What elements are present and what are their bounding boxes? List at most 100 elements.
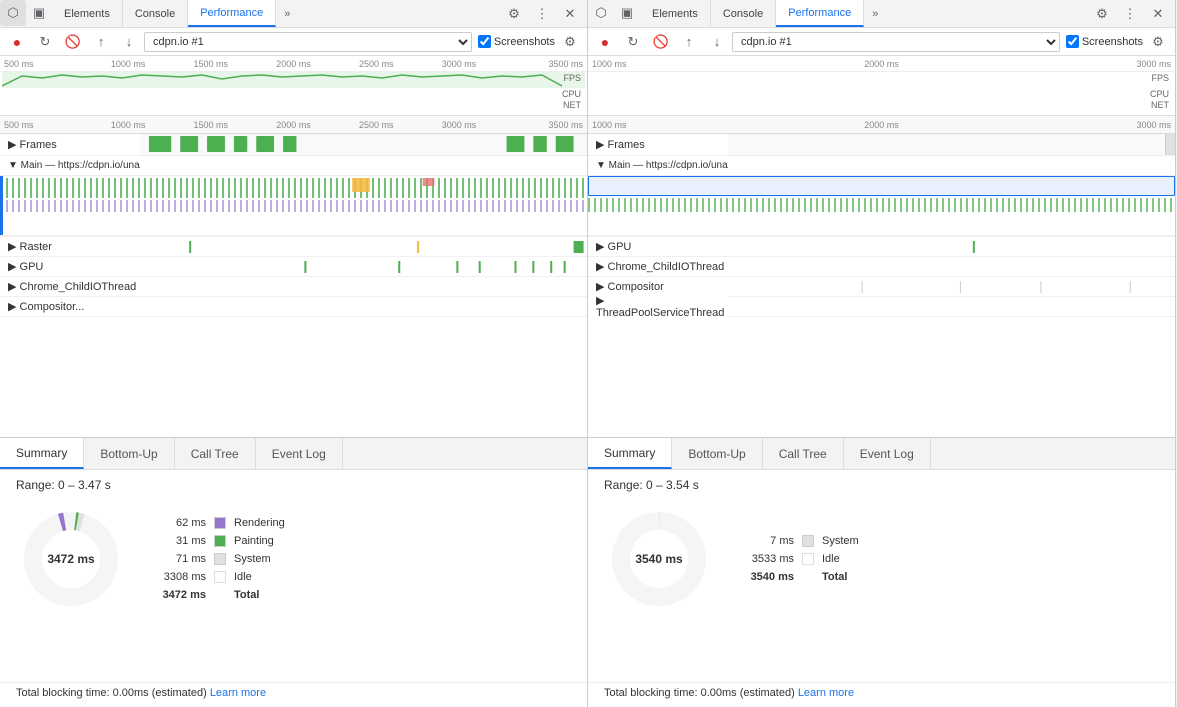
right-frames-row[interactable]: ▶ Frames	[588, 134, 1175, 156]
right-upload-btn[interactable]: ↑	[676, 29, 702, 55]
left-gpu-label: ▶ GPU	[0, 260, 140, 273]
left-gpu-row[interactable]: ▶ GPU	[0, 257, 587, 277]
left-rendering-color	[214, 517, 226, 529]
right-main-label: ▼ Main — https://cdpn.io/una/debug/c9edd…	[588, 160, 728, 171]
right-dock-icon[interactable]: ▣	[614, 0, 640, 26]
right-toolbar2: ● ↻ 🚫 ↑ ↓ cdpn.io #1 Screenshots ⚙	[588, 28, 1175, 56]
right-idle-color	[802, 553, 814, 565]
left-rendering-name: Rendering	[234, 517, 285, 529]
right-tab-eventlog[interactable]: Event Log	[844, 438, 931, 469]
right-tab-summary[interactable]: Summary	[588, 438, 672, 469]
left-screenshots-checkbox[interactable]	[478, 35, 491, 48]
left-tab-bottomup[interactable]: Bottom-Up	[84, 438, 174, 469]
right-legend-idle-ms: 3533 ms	[746, 553, 794, 565]
left-screenshots-text: Screenshots	[494, 36, 555, 48]
right-cursor-icon[interactable]: ⬡	[588, 0, 614, 26]
right-clear-btn[interactable]: 🚫	[648, 29, 674, 55]
left-tab-console[interactable]: Console	[123, 0, 188, 27]
right-record-btn[interactable]: ●	[592, 29, 618, 55]
left-chrome-child-content	[140, 277, 587, 296]
left-legend-painting-ms: 31 ms	[158, 535, 206, 547]
left-tab-more[interactable]: »	[276, 0, 298, 27]
left-frames-row[interactable]: ▶ Frames	[0, 134, 587, 156]
left-reload-btn[interactable]: ↻	[32, 29, 58, 55]
left-upload-btn[interactable]: ↑	[88, 29, 114, 55]
right-screenshots-text: Screenshots	[1082, 36, 1143, 48]
left-more-icon[interactable]: ⋮	[529, 1, 555, 27]
right-legend-idle: 3533 ms Idle	[746, 553, 859, 565]
left-gpu-content	[140, 257, 587, 276]
left-legend-idle-ms: 3308 ms	[158, 571, 206, 583]
left-tl-section: 500 ms 1000 ms 1500 ms 2000 ms 2500 ms 3…	[0, 116, 587, 437]
left-settings-icon[interactable]: ⚙	[501, 1, 527, 27]
right-learn-more-link[interactable]: Learn more	[798, 687, 854, 699]
right-cpu-label: CPU	[1150, 89, 1169, 99]
left-legend-total-ms: 3472 ms	[158, 589, 206, 601]
left-settings-btn[interactable]: ⚙	[557, 29, 583, 55]
right-tl-section: 1000 ms 2000 ms 3000 ms ▶ Frames ▼ Main …	[588, 116, 1175, 437]
left-frames-label: ▶ Frames	[0, 138, 140, 151]
left-download-btn[interactable]: ↓	[116, 29, 142, 55]
right-idle-name: Idle	[822, 553, 840, 565]
left-raster-label: ▶ Raster	[0, 240, 140, 253]
left-chrome-child-row[interactable]: ▶ Chrome_ChildIOThread	[0, 277, 587, 297]
right-download-btn[interactable]: ↓	[704, 29, 730, 55]
left-system-name: System	[234, 553, 271, 565]
left-screenshots-label[interactable]: Screenshots	[478, 35, 555, 48]
left-legend-painting: 31 ms Painting	[158, 535, 285, 547]
right-tab-console[interactable]: Console	[711, 0, 776, 27]
right-threadpool-content	[728, 297, 1175, 316]
left-close-icon[interactable]: ✕	[557, 1, 583, 27]
right-legend-total-ms: 3540 ms	[746, 571, 794, 583]
right-screenshots-label[interactable]: Screenshots	[1066, 35, 1143, 48]
right-range-text: Range: 0 – 3.54 s	[604, 478, 1159, 492]
right-gpu-row[interactable]: ▶ GPU	[588, 237, 1175, 257]
right-tab-more[interactable]: »	[864, 0, 886, 27]
left-compositor-row[interactable]: ▶ Compositor...	[0, 297, 587, 317]
left-clear-btn[interactable]: 🚫	[60, 29, 86, 55]
left-dock-icon[interactable]: ▣	[26, 0, 52, 26]
right-fps-label: FPS	[1151, 73, 1169, 83]
right-tab-performance[interactable]: Performance	[776, 0, 864, 27]
left-tab-performance[interactable]: Performance	[188, 0, 276, 27]
left-cursor-icon[interactable]: ⬡	[0, 0, 26, 26]
left-url-select[interactable]: cdpn.io #1	[144, 32, 472, 52]
right-more-icon[interactable]: ⋮	[1117, 1, 1143, 27]
right-threadpool-row[interactable]: ▶ ThreadPoolServiceThread	[588, 297, 1175, 317]
right-chrome-child-row[interactable]: ▶ Chrome_ChildIOThread	[588, 257, 1175, 277]
right-system-name: System	[822, 535, 859, 547]
right-net-label: NET	[1151, 100, 1169, 110]
right-settings-icon[interactable]: ⚙	[1089, 1, 1115, 27]
left-timeline-wrapper: 500 ms 1000 ms 1500 ms 2000 ms 2500 ms 3…	[0, 56, 587, 437]
right-frames-label: ▶ Frames	[588, 138, 728, 151]
left-legend-system-ms: 71 ms	[158, 553, 206, 565]
right-main-row[interactable]: ▼ Main — https://cdpn.io/una/debug/c9edd…	[588, 156, 1175, 237]
right-tab-bottomup[interactable]: Bottom-Up	[672, 438, 762, 469]
right-bottom-section: Summary Bottom-Up Call Tree Event Log Ra…	[588, 437, 1175, 707]
left-idle-color	[214, 571, 226, 583]
left-chart-area: 3472 ms 62 ms Rendering 31 ms Painting	[16, 504, 571, 614]
right-legend: 7 ms System 3533 ms Idle 3540 ms Total	[746, 535, 859, 583]
right-tab-calltree[interactable]: Call Tree	[763, 438, 844, 469]
left-record-btn[interactable]: ●	[4, 29, 30, 55]
left-tab-elements[interactable]: Elements	[52, 0, 123, 27]
left-cpu-label: CPU	[562, 89, 581, 99]
right-chrome-child-label: ▶ Chrome_ChildIOThread	[588, 260, 728, 273]
left-main-row[interactable]: ▼ Main — https://cdpn.io/una/debug/c9edd…	[0, 156, 587, 237]
right-tab-elements[interactable]: Elements	[640, 0, 711, 27]
right-settings-btn[interactable]: ⚙	[1145, 29, 1171, 55]
right-chart-area: 3540 ms 7 ms System 3533 ms Idle	[604, 504, 1159, 614]
right-close-icon[interactable]: ✕	[1145, 1, 1171, 27]
left-tab-eventlog[interactable]: Event Log	[256, 438, 343, 469]
right-url-select[interactable]: cdpn.io #1	[732, 32, 1060, 52]
left-raster-row[interactable]: ▶ Raster	[0, 237, 587, 257]
left-raster-content	[140, 237, 587, 256]
left-learn-more-link[interactable]: Learn more	[210, 687, 266, 699]
left-compositor-content	[140, 297, 587, 316]
left-tab-summary[interactable]: Summary	[0, 438, 84, 469]
left-tab-calltree[interactable]: Call Tree	[175, 438, 256, 469]
right-screenshots-checkbox[interactable]	[1066, 35, 1079, 48]
left-legend: 62 ms Rendering 31 ms Painting 71 ms Sys…	[158, 517, 285, 601]
right-reload-btn[interactable]: ↻	[620, 29, 646, 55]
right-total-name: Total	[822, 571, 847, 583]
